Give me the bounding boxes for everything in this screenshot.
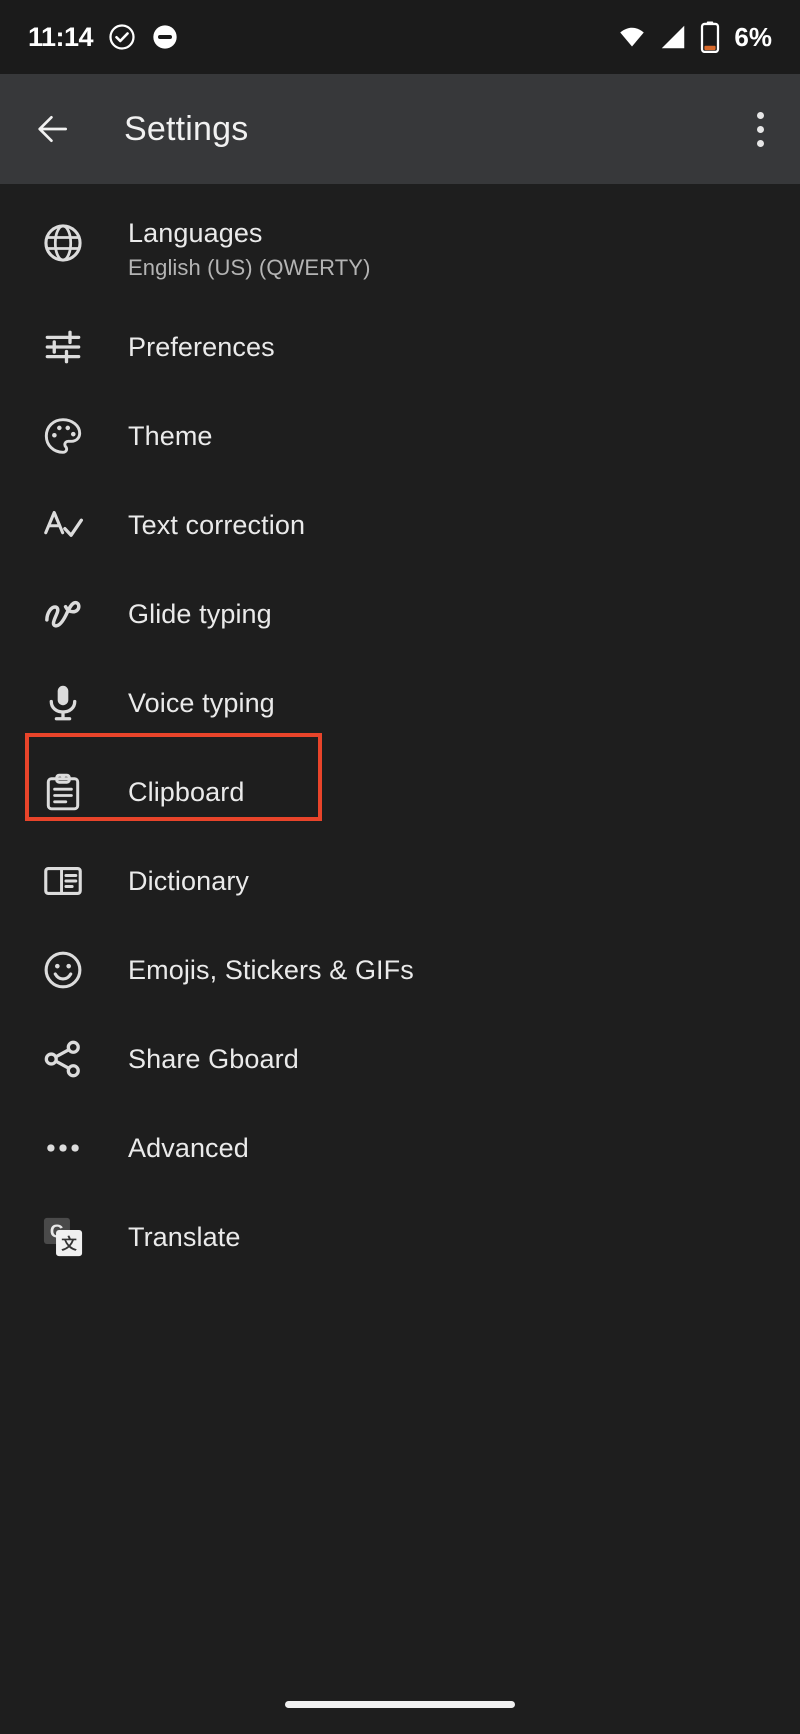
settings-item-title: Dictionary bbox=[128, 865, 250, 896]
battery-percent-label: 6% bbox=[734, 21, 772, 52]
more-icon bbox=[36, 1121, 90, 1175]
settings-item-translate[interactable]: G 文 Translate bbox=[0, 1192, 800, 1281]
settings-item-title: Translate bbox=[128, 1221, 241, 1252]
more-options-icon[interactable] bbox=[751, 106, 770, 153]
settings-item-text: Voice typing bbox=[128, 686, 275, 720]
settings-item-title: Languages bbox=[128, 218, 263, 248]
do-not-disturb-icon bbox=[153, 25, 177, 49]
spellcheck-icon bbox=[36, 498, 90, 552]
phone-screen: 11:14 6% Settings Languages English (US)… bbox=[0, 0, 800, 1734]
settings-item-text: Dictionary bbox=[128, 864, 249, 898]
settings-item-title: Text correction bbox=[128, 509, 306, 540]
page-title: Settings bbox=[124, 109, 249, 148]
settings-item-title: Advanced bbox=[128, 1132, 249, 1163]
tune-icon bbox=[36, 320, 90, 374]
settings-item-title: Theme bbox=[128, 420, 213, 451]
settings-item-text: Translate bbox=[128, 1220, 240, 1254]
settings-item-text: Emojis, Stickers & GIFs bbox=[128, 953, 414, 987]
settings-item-preferences[interactable]: Preferences bbox=[0, 302, 800, 391]
settings-item-text-correction[interactable]: Text correction bbox=[0, 480, 800, 569]
settings-item-theme[interactable]: Theme bbox=[0, 391, 800, 480]
signal-icon bbox=[662, 25, 685, 49]
settings-item-text: Theme bbox=[128, 419, 213, 453]
clipboard-icon bbox=[36, 765, 90, 819]
svg-text:文: 文 bbox=[61, 1234, 77, 1253]
settings-item-dictionary[interactable]: Dictionary bbox=[0, 836, 800, 925]
settings-list: Languages English (US) (QWERTY) Preferen… bbox=[0, 184, 800, 1281]
app-bar: Settings bbox=[0, 74, 800, 184]
microphone-icon bbox=[36, 676, 90, 730]
settings-item-glide-typing[interactable]: Glide typing bbox=[0, 569, 800, 658]
overflow-dot bbox=[757, 111, 764, 119]
palette-icon bbox=[36, 409, 90, 463]
settings-item-text: Text correction bbox=[128, 508, 305, 542]
dictionary-icon bbox=[36, 854, 90, 908]
settings-item-title: Voice typing bbox=[128, 687, 275, 718]
status-bar: 11:14 6% bbox=[0, 0, 800, 74]
battery-icon bbox=[701, 21, 720, 53]
settings-item-subtitle: English (US) (QWERTY) bbox=[128, 255, 371, 280]
status-bar-left: 11:14 bbox=[28, 22, 179, 53]
status-bar-clock: 11:14 bbox=[28, 21, 94, 52]
overflow-dot bbox=[757, 125, 764, 133]
gesture-icon bbox=[36, 587, 90, 641]
settings-item-advanced[interactable]: Advanced bbox=[0, 1103, 800, 1192]
home-gesture-pill[interactable] bbox=[285, 1701, 515, 1708]
back-arrow-icon[interactable] bbox=[34, 110, 72, 148]
settings-item-languages[interactable]: Languages English (US) (QWERTY) bbox=[0, 194, 800, 302]
settings-item-share-gboard[interactable]: Share Gboard bbox=[0, 1014, 800, 1103]
status-bar-right: 6% bbox=[617, 21, 772, 53]
settings-item-emojis[interactable]: Emojis, Stickers & GIFs bbox=[0, 925, 800, 1014]
settings-item-text: Languages English (US) (QWERTY) bbox=[128, 216, 371, 283]
settings-item-text: Clipboard bbox=[128, 775, 244, 809]
settings-item-voice-typing[interactable]: Voice typing bbox=[0, 658, 800, 747]
settings-item-title: Share Gboard bbox=[128, 1043, 299, 1074]
settings-item-text: Share Gboard bbox=[128, 1042, 299, 1076]
settings-item-text: Advanced bbox=[128, 1131, 249, 1165]
overflow-dot bbox=[757, 139, 764, 147]
emoji-icon bbox=[36, 943, 90, 997]
check-circle-icon bbox=[109, 24, 135, 50]
settings-item-title: Glide typing bbox=[128, 598, 272, 629]
settings-item-title: Emojis, Stickers & GIFs bbox=[128, 954, 414, 985]
wifi-icon bbox=[620, 27, 645, 47]
settings-item-text: Preferences bbox=[128, 330, 275, 364]
settings-item-clipboard[interactable]: Clipboard bbox=[0, 747, 800, 836]
translate-icon: G 文 bbox=[36, 1210, 90, 1264]
settings-item-title: Clipboard bbox=[128, 776, 245, 807]
settings-item-text: Glide typing bbox=[128, 597, 272, 631]
share-icon bbox=[36, 1032, 90, 1086]
globe-icon bbox=[36, 216, 90, 270]
settings-item-title: Preferences bbox=[128, 331, 275, 362]
